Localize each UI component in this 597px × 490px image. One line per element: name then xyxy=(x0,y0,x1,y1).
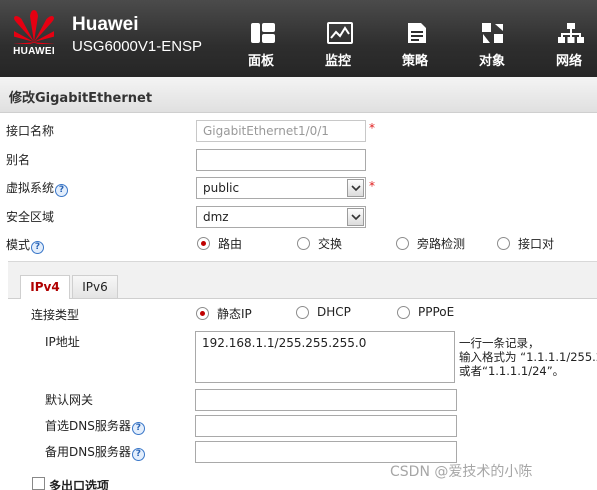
primary-dns-input[interactable] xyxy=(195,415,457,437)
alias-input[interactable] xyxy=(196,149,366,171)
default-gateway-label: 默认网关 xyxy=(45,393,94,407)
secondary-dns-input[interactable] xyxy=(195,441,457,463)
virtual-system-label-text: 虚拟系统 xyxy=(6,181,55,195)
nav-monitor[interactable]: 监控 xyxy=(303,0,380,77)
nav-label: 网络 xyxy=(555,54,582,69)
dashboard-icon xyxy=(251,23,275,43)
radio-label: 静态IP xyxy=(217,307,252,321)
security-zone-select[interactable]: dmz xyxy=(196,206,366,228)
huawei-petal-icon xyxy=(14,10,54,44)
product-model: USG6000V1-ENSP xyxy=(72,38,203,55)
nav-dashboard[interactable]: 面板 xyxy=(226,0,303,77)
virtual-system-label: 虚拟系统? xyxy=(6,179,69,197)
tab-ipv4[interactable]: IPv4 xyxy=(20,275,70,299)
virtual-system-select[interactable]: public xyxy=(196,177,366,199)
radio-label: 路由 xyxy=(218,237,243,251)
interface-name-label: 接口名称 xyxy=(6,124,55,138)
required-mark: * xyxy=(369,121,375,135)
nav-object[interactable]: 对象 xyxy=(457,0,534,77)
ip-address-textarea[interactable]: 192.168.1.1/255.255.255.0 xyxy=(195,331,455,383)
dropdown-arrow[interactable] xyxy=(347,179,364,197)
radio-label: 接口对 xyxy=(518,237,555,251)
huawei-logo: HUAWEI xyxy=(6,6,62,72)
main-nav: 面板 监控 策略 对象 网络 xyxy=(226,0,597,77)
panel-title-bar: 修改GigabitEthernet xyxy=(0,77,597,113)
mode-label-text: 模式 xyxy=(6,238,31,252)
object-icon xyxy=(482,23,503,43)
tab-ipv6[interactable]: IPv6 xyxy=(72,275,118,299)
radio-label: 交换 xyxy=(318,237,343,251)
radio-label: 旁路检测 xyxy=(417,237,466,251)
nav-policy[interactable]: 策略 xyxy=(380,0,457,77)
network-icon xyxy=(558,23,584,43)
radio-icon xyxy=(296,305,309,319)
radio-icon xyxy=(497,237,510,250)
mode-radio-interface-pair[interactable]: 接口对 xyxy=(497,235,554,252)
help-icon[interactable]: ? xyxy=(55,184,69,197)
nav-label: 面板 xyxy=(247,54,274,69)
top-header: HUAWEI Huawei USG6000V1-ENSP 面板 监控 策略 对象… xyxy=(0,0,597,77)
conn-radio-dhcp[interactable]: DHCP xyxy=(296,305,351,319)
mode-label: 模式? xyxy=(6,236,45,254)
radio-icon xyxy=(297,237,310,250)
security-zone-value: dmz xyxy=(203,210,229,224)
mode-radio-switch[interactable]: 交换 xyxy=(297,235,342,252)
brand-text: HUAWEI xyxy=(13,46,55,57)
radio-icon xyxy=(397,305,410,319)
tab-strip: IPv4 IPv6 xyxy=(8,261,597,299)
watermark: CSDN @爱技术的小陈 xyxy=(390,464,533,480)
chevron-down-icon xyxy=(351,214,361,221)
conn-radio-static[interactable]: 静态IP xyxy=(196,305,252,322)
nav-network[interactable]: 网络 xyxy=(534,0,597,77)
nav-label: 策略 xyxy=(401,54,428,69)
required-mark: * xyxy=(369,179,375,193)
interface-name-field: GigabitEthernet1/0/1 xyxy=(196,120,366,142)
mode-radio-bypass[interactable]: 旁路检测 xyxy=(396,235,465,252)
product-name: Huawei xyxy=(72,14,139,35)
secondary-dns-label-text: 备用DNS服务器 xyxy=(45,445,131,459)
radio-selected-icon xyxy=(196,307,209,320)
multi-egress-checkbox[interactable] xyxy=(32,477,45,490)
radio-label: DHCP xyxy=(317,305,351,319)
conn-radio-pppoe[interactable]: PPPoE xyxy=(397,305,454,319)
help-icon[interactable]: ? xyxy=(131,422,145,435)
help-icon[interactable]: ? xyxy=(131,448,145,461)
help-icon[interactable]: ? xyxy=(31,241,45,254)
alias-label: 别名 xyxy=(6,153,31,167)
ip-address-hint: 一行一条记录， 输入格式为 “1.1.1.1/255.2 或者“1.1.1.1/… xyxy=(459,336,597,378)
nav-label: 对象 xyxy=(478,54,505,69)
ip-address-label: IP地址 xyxy=(45,335,80,349)
panel-title: 修改GigabitEthernet xyxy=(9,91,153,106)
monitor-icon xyxy=(327,22,353,44)
virtual-system-value: public xyxy=(203,181,240,195)
radio-selected-icon xyxy=(197,237,210,250)
primary-dns-label-text: 首选DNS服务器 xyxy=(45,419,131,433)
default-gateway-input[interactable] xyxy=(195,389,457,411)
chevron-down-icon xyxy=(351,185,361,192)
radio-label: PPPoE xyxy=(418,305,455,319)
secondary-dns-label: 备用DNS服务器? xyxy=(45,443,145,461)
primary-dns-label: 首选DNS服务器? xyxy=(45,417,145,435)
radio-icon xyxy=(396,237,409,250)
mode-radio-route[interactable]: 路由 xyxy=(197,235,242,252)
security-zone-label: 安全区域 xyxy=(6,210,55,224)
multi-egress-label: 多出口选项 xyxy=(49,479,110,490)
connection-type-label: 连接类型 xyxy=(31,308,80,322)
policy-icon xyxy=(408,23,426,43)
nav-label: 监控 xyxy=(324,54,351,69)
dropdown-arrow[interactable] xyxy=(347,208,364,226)
